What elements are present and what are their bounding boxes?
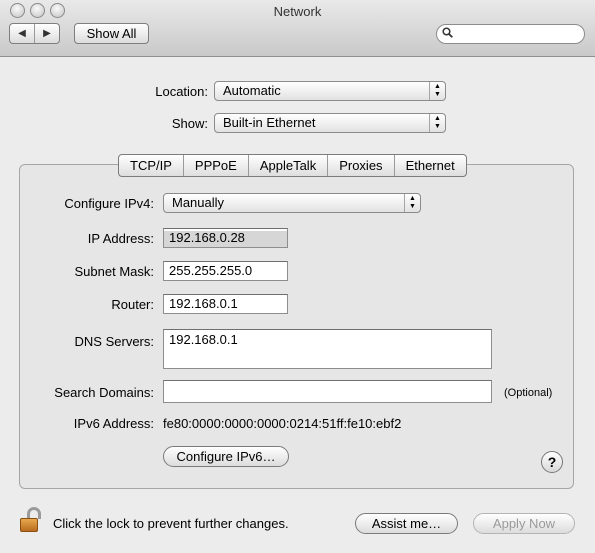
router-label: Router: (111, 297, 154, 312)
apply-now-button[interactable]: Apply Now (473, 513, 575, 534)
tab-appletalk[interactable]: AppleTalk (249, 155, 329, 176)
search-icon (442, 27, 453, 41)
popup-arrows-icon: ▲ ▼ (404, 194, 420, 212)
subnet-mask-field[interactable]: 255.255.255.0 (163, 261, 288, 281)
assist-me-button[interactable]: Assist me… (355, 513, 458, 534)
optional-hint: (Optional) (504, 387, 553, 399)
ip-address-field[interactable]: 192.168.0.28 (163, 228, 288, 248)
search-domains-field[interactable] (163, 380, 492, 403)
configure-ipv4-popup[interactable]: Manually ▲ ▼ (163, 193, 421, 213)
lock-icon[interactable] (20, 507, 44, 533)
show-popup[interactable]: Built-in Ethernet ▲ ▼ (214, 113, 446, 133)
help-icon[interactable]: ? (541, 451, 563, 473)
window-title: Network (273, 4, 322, 19)
toolbar: Network ◀ ▶ Show All (0, 0, 595, 57)
show-value: Built-in Ethernet (223, 115, 316, 130)
location-value: Automatic (223, 83, 281, 98)
search-domains-label: Search Domains: (54, 385, 154, 400)
show-label: Show: (171, 116, 208, 131)
ipv6-address-label: IPv6 Address: (73, 416, 154, 431)
lock-message: Click the lock to prevent further change… (53, 516, 289, 531)
network-preferences-window: Network ◀ ▶ Show All Location: Automatic… (0, 0, 595, 553)
dns-servers-label: DNS Servers: (74, 334, 154, 349)
location-popup[interactable]: Automatic ▲ ▼ (214, 81, 446, 101)
tab-pppoe[interactable]: PPPoE (184, 155, 249, 176)
location-label: Location: (155, 84, 208, 99)
show-all-button[interactable]: Show All (74, 23, 149, 44)
configure-ipv4-label: Configure IPv4: (64, 196, 154, 211)
popup-arrows-icon: ▲ ▼ (429, 114, 445, 132)
ipv6-address-value: fe80:0000:0000:0000:0214:51ff:fe10:ebf2 (163, 416, 402, 431)
search-field[interactable] (436, 24, 585, 44)
tab-ethernet[interactable]: Ethernet (395, 155, 466, 176)
ip-address-label: IP Address: (87, 231, 154, 246)
tab-proxies[interactable]: Proxies (328, 155, 395, 176)
popup-arrows-icon: ▲ ▼ (429, 82, 445, 100)
dns-servers-field[interactable]: 192.168.0.1 (163, 329, 492, 369)
configure-ipv4-value: Manually (172, 195, 225, 210)
tab-bar: TCP/IP PPPoE AppleTalk Proxies Ethernet (118, 154, 467, 177)
configure-ipv6-button[interactable]: Configure IPv6… (163, 446, 289, 467)
back-forward-control: ◀ ▶ (9, 23, 60, 44)
router-field[interactable]: 192.168.0.1 (163, 294, 288, 314)
subnet-mask-label: Subnet Mask: (74, 264, 155, 279)
forward-arrow-icon[interactable]: ▶ (35, 24, 59, 43)
back-arrow-icon[interactable]: ◀ (10, 24, 35, 43)
tab-tcpip[interactable]: TCP/IP (119, 155, 184, 176)
